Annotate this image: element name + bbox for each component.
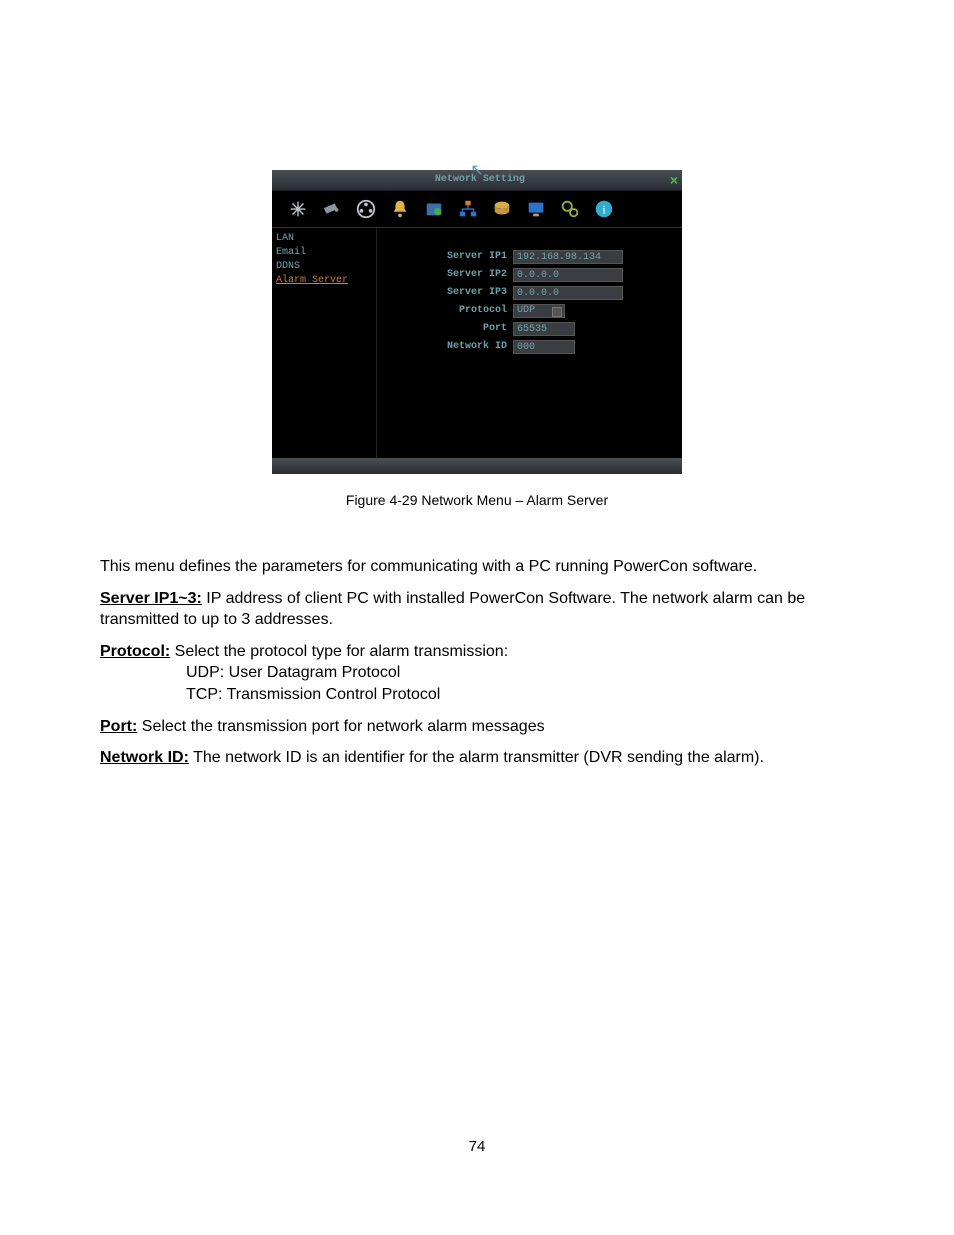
dialog-body: LAN Email DDNS Alarm Server Server IP1 1… — [272, 227, 682, 458]
server-ip-paragraph: Server IP1~3: IP address of client PC wi… — [100, 588, 854, 631]
schedule-icon[interactable] — [420, 197, 448, 221]
protocol-label: Protocol: — [100, 643, 170, 660]
info-icon[interactable]: i — [590, 197, 618, 221]
body-text: This menu defines the parameters for com… — [100, 556, 854, 769]
network-id-text: The network ID is an identifier for the … — [189, 749, 764, 766]
label-server-ip3: Server IP3 — [377, 288, 513, 298]
select-protocol[interactable]: UDP — [513, 304, 565, 318]
network-icon[interactable] — [454, 197, 482, 221]
protocol-text: Select the protocol type for alarm trans… — [170, 643, 508, 660]
sidebar-item-ddns[interactable]: DDNS — [276, 260, 372, 274]
label-port: Port — [377, 324, 513, 334]
port-text: Select the transmission port for network… — [137, 718, 544, 735]
toolbar: i — [272, 191, 682, 227]
window-footer — [272, 458, 682, 474]
server-ip-label: Server IP1~3: — [100, 590, 202, 607]
form-area: Server IP1 192.168.98.134 Server IP2 0.0… — [377, 228, 682, 458]
network-id-paragraph: Network ID: The network ID is an identif… — [100, 747, 854, 769]
input-network-id[interactable]: 000 — [513, 340, 575, 354]
server-ip-text: IP address of client PC with installed P… — [100, 590, 805, 629]
input-server-ip2[interactable]: 0.0.0.0 — [513, 268, 623, 282]
sidebar: LAN Email DDNS Alarm Server — [272, 228, 377, 458]
port-label: Port: — [100, 718, 137, 735]
input-port[interactable]: 65535 — [513, 322, 575, 336]
gear-icon[interactable] — [556, 197, 584, 221]
intro-paragraph: This menu defines the parameters for com… — [100, 556, 854, 578]
camera-icon[interactable] — [318, 197, 346, 221]
input-server-ip3[interactable]: 0.0.0.0 — [513, 286, 623, 300]
sidebar-item-email[interactable]: Email — [276, 246, 372, 260]
input-server-ip1[interactable]: 192.168.98.134 — [513, 250, 623, 264]
port-paragraph: Port: Select the transmission port for n… — [100, 716, 854, 738]
cursor-icon: ↖ — [470, 160, 483, 180]
close-icon[interactable]: × — [670, 173, 678, 187]
sidebar-item-lan[interactable]: LAN — [276, 232, 372, 246]
sidebar-item-alarm-server[interactable]: Alarm Server — [276, 274, 372, 288]
network-id-label: Network ID: — [100, 749, 189, 766]
label-server-ip1: Server IP1 — [377, 252, 513, 262]
label-server-ip2: Server IP2 — [377, 270, 513, 280]
display-icon[interactable] — [522, 197, 550, 221]
protocol-tcp-line: TCP: Transmission Control Protocol — [186, 684, 854, 706]
label-protocol: Protocol — [377, 306, 513, 316]
screenshot-network-setting: ↖ Network Setting × — [272, 170, 682, 474]
figure-caption: Figure 4-29 Network Menu – Alarm Server — [100, 492, 854, 508]
protocol-paragraph: Protocol: Select the protocol type for a… — [100, 641, 854, 663]
reel-icon[interactable] — [352, 197, 380, 221]
document-page: ↖ Network Setting × — [0, 0, 954, 1235]
nav-icon-1[interactable] — [284, 197, 312, 221]
page-number: 74 — [0, 1138, 954, 1155]
label-network-id: Network ID — [377, 342, 513, 352]
disk-icon[interactable] — [488, 197, 516, 221]
bell-icon[interactable] — [386, 197, 414, 221]
protocol-udp-line: UDP: User Datagram Protocol — [186, 662, 854, 684]
